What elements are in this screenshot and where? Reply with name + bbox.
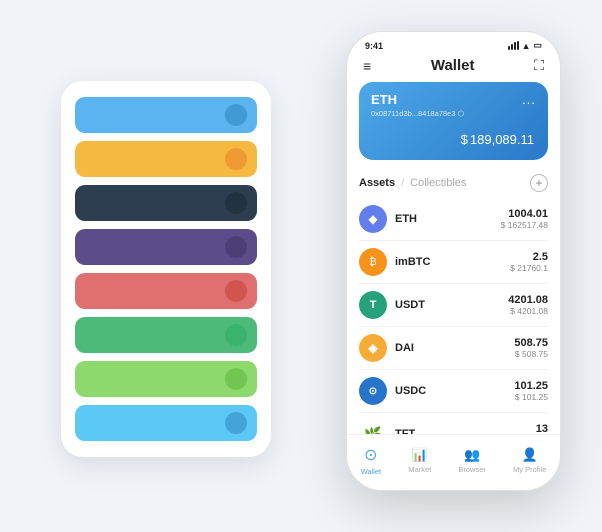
tab-assets[interactable]: Assets	[359, 177, 395, 189]
asset-name: USDT	[395, 299, 508, 311]
wallet-nav-label: Wallet	[361, 467, 382, 476]
list-item[interactable]	[75, 141, 257, 177]
tab-separator: /	[401, 177, 404, 189]
asset-amount: 2.5	[510, 251, 548, 263]
table-row[interactable]: ₿ imBTC 2.5 $ 21760.1	[359, 241, 548, 284]
card-dot	[225, 368, 247, 390]
dai-icon: ◈	[359, 334, 387, 362]
list-item[interactable]	[75, 185, 257, 221]
list-item[interactable]	[75, 361, 257, 397]
card-dot	[225, 236, 247, 258]
asset-amount: 1004.01	[501, 208, 548, 220]
table-row[interactable]: ◈ DAI 508.75 $ 508.75	[359, 327, 548, 370]
list-item[interactable]	[75, 97, 257, 133]
eth-wallet-card[interactable]: ETH ... 0x08711d3b...8418a78e3 ⬡ $189,08…	[359, 82, 548, 160]
page-title: Wallet	[431, 57, 475, 74]
list-item[interactable]	[75, 229, 257, 265]
asset-amounts: 2.5 $ 21760.1	[510, 251, 548, 273]
card-dot	[225, 104, 247, 126]
phone-header: ≡ Wallet ⛶	[347, 53, 560, 82]
nav-item-wallet[interactable]: ⊙ Wallet	[353, 443, 390, 478]
card-dot	[225, 148, 247, 170]
battery-icon: ▭	[533, 40, 542, 51]
asset-amount: 13	[536, 423, 548, 434]
asset-amount: 101.25	[514, 380, 548, 392]
list-item[interactable]	[75, 317, 257, 353]
nav-item-browser[interactable]: 👥 Browser	[450, 445, 494, 476]
signal-icon	[508, 41, 519, 50]
asset-usd: $ 101.25	[514, 392, 548, 402]
asset-amounts: 508.75 $ 508.75	[514, 337, 548, 359]
browser-nav-label: Browser	[458, 465, 486, 474]
profile-nav-label: My Profile	[513, 465, 546, 474]
asset-usd: $ 4201.08	[508, 306, 548, 316]
market-nav-label: Market	[408, 465, 431, 474]
asset-amounts: 4201.08 $ 4201.08	[508, 294, 548, 316]
tft-icon: 🌿	[359, 420, 387, 434]
nav-item-market[interactable]: 📊 Market	[400, 445, 439, 476]
table-row[interactable]: 🌿 TFT 13 0	[359, 413, 548, 434]
browser-nav-icon: 👥	[464, 447, 480, 463]
list-item[interactable]	[75, 273, 257, 309]
eth-icon: ◆	[359, 205, 387, 233]
tab-collectibles[interactable]: Collectibles	[410, 177, 466, 189]
eth-card-header: ETH ...	[371, 92, 536, 107]
balance-amount: 189,089.11	[470, 132, 534, 147]
asset-amount: 4201.08	[508, 294, 548, 306]
card-dot	[225, 280, 247, 302]
phone-frame: 9:41 ▲ ▭ ≡ Wallet ⛶ ETH ...	[346, 31, 561, 491]
eth-address: 0x08711d3b...8418a78e3 ⬡	[371, 109, 536, 118]
usdc-icon: ⊙	[359, 377, 387, 405]
status-icons: ▲ ▭	[508, 40, 542, 51]
card-stack	[61, 81, 271, 457]
wifi-icon: ▲	[522, 41, 531, 51]
card-dot	[225, 324, 247, 346]
asset-usd: $ 508.75	[514, 349, 548, 359]
currency-symbol: $	[461, 132, 468, 147]
asset-amount: 508.75	[514, 337, 548, 349]
asset-usd: $ 162517.48	[501, 220, 548, 230]
tab-labels: Assets / Collectibles	[359, 177, 466, 189]
menu-icon[interactable]: ≡	[363, 58, 371, 74]
eth-card-title: ETH	[371, 92, 397, 107]
usdt-icon: T	[359, 291, 387, 319]
asset-amounts: 13 0	[536, 423, 548, 434]
eth-card-menu[interactable]: ...	[522, 92, 536, 107]
table-row[interactable]: ⊙ USDC 101.25 $ 101.25	[359, 370, 548, 413]
bottom-nav: ⊙ Wallet 📊 Market 👥 Browser 👤 My Profile	[347, 434, 560, 490]
profile-nav-icon: 👤	[522, 447, 538, 463]
status-bar: 9:41 ▲ ▭	[347, 32, 560, 53]
wallet-nav-icon: ⊙	[364, 445, 377, 465]
eth-balance: $189,089.11	[371, 124, 536, 150]
table-row[interactable]: T USDT 4201.08 $ 4201.08	[359, 284, 548, 327]
asset-amounts: 101.25 $ 101.25	[514, 380, 548, 402]
nav-item-profile[interactable]: 👤 My Profile	[505, 445, 554, 476]
add-asset-button[interactable]: +	[530, 174, 548, 192]
imbtc-icon: ₿	[359, 248, 387, 276]
assets-tab-bar: Assets / Collectibles +	[347, 170, 560, 198]
card-dot	[225, 412, 247, 434]
scene: 9:41 ▲ ▭ ≡ Wallet ⛶ ETH ...	[21, 21, 581, 511]
status-time: 9:41	[365, 41, 383, 51]
table-row[interactable]: ◆ ETH 1004.01 $ 162517.48	[359, 198, 548, 241]
asset-amounts: 1004.01 $ 162517.48	[501, 208, 548, 230]
scan-icon[interactable]: ⛶	[534, 57, 544, 74]
list-item[interactable]	[75, 405, 257, 441]
asset-list: ◆ ETH 1004.01 $ 162517.48 ₿ imBTC 2.5 $ …	[347, 198, 560, 434]
market-nav-icon: 📊	[412, 447, 428, 463]
asset-name: USDC	[395, 385, 514, 397]
asset-name: ETH	[395, 213, 501, 225]
asset-name: DAI	[395, 342, 514, 354]
asset-usd: $ 21760.1	[510, 263, 548, 273]
asset-name: imBTC	[395, 256, 510, 268]
card-dot	[225, 192, 247, 214]
